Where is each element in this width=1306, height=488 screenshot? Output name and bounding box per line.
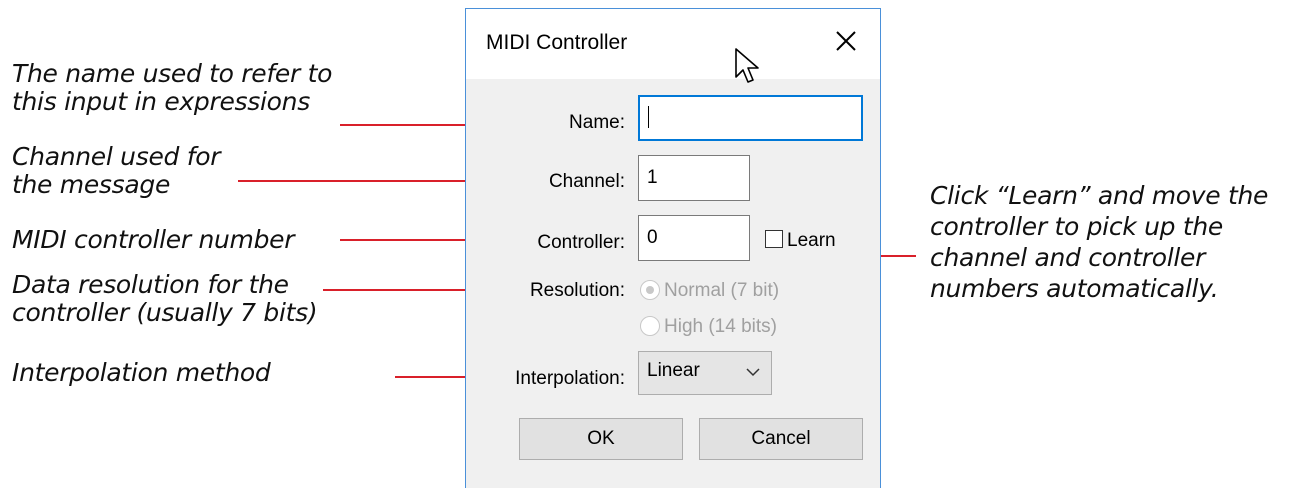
radio-selected-dot — [646, 286, 654, 294]
annotation-controller: MIDI controller number — [12, 225, 295, 254]
cancel-button[interactable]: Cancel — [699, 418, 863, 460]
mouse-pointer-icon — [735, 48, 759, 83]
channel-label: Channel: — [548, 171, 625, 192]
name-input[interactable] — [638, 95, 863, 141]
controller-label: Controller: — [537, 232, 625, 253]
learn-label[interactable]: Learn — [787, 230, 836, 252]
resolution-label: Resolution: — [529, 280, 625, 301]
annotation-resolution: Data resolution for the controller (usua… — [12, 270, 318, 327]
interpolation-label: Interpolation: — [515, 368, 625, 389]
ok-button[interactable]: OK — [519, 418, 683, 460]
dialog-title: MIDI Controller — [486, 31, 628, 54]
resolution-high-label[interactable]: High (14 bits) — [664, 316, 777, 338]
learn-checkbox[interactable] — [765, 230, 783, 248]
resolution-normal-label[interactable]: Normal (7 bit) — [664, 280, 779, 302]
name-label: Name: — [569, 112, 625, 133]
annotation-learn: Click “Learn” and move the controller to… — [930, 181, 1269, 303]
channel-input[interactable]: 1 — [638, 155, 750, 201]
resolution-high-radio[interactable] — [640, 316, 660, 336]
text-caret — [648, 106, 649, 128]
chevron-down-icon — [746, 368, 760, 377]
resolution-normal-radio[interactable] — [640, 280, 660, 300]
controller-input[interactable]: 0 — [638, 215, 750, 261]
title-bar[interactable]: MIDI Controller — [466, 9, 880, 83]
annotation-interpolation: Interpolation method — [12, 358, 271, 387]
midi-controller-dialog: MIDI Controller Name: Channel: 1 Control… — [465, 8, 881, 488]
interpolation-value: Linear — [647, 360, 700, 381]
close-icon[interactable] — [830, 25, 862, 57]
annotation-channel: Channel used for the message — [12, 142, 221, 199]
annotation-name: The name used to refer to this input in … — [12, 59, 333, 116]
interpolation-select[interactable]: Linear — [638, 351, 772, 395]
